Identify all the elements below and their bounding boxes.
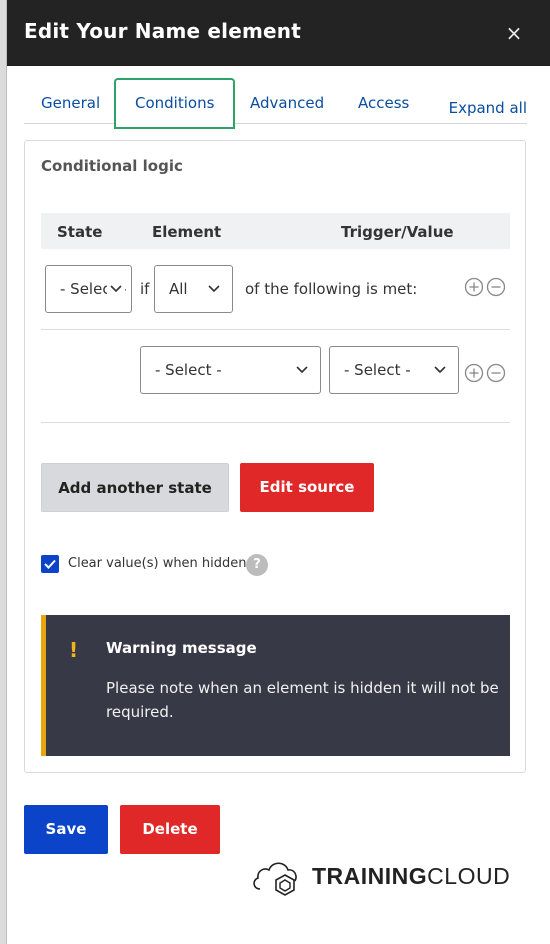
states-table-header: State Element Trigger/Value bbox=[41, 213, 510, 249]
trigger-value-select-value: - Select - bbox=[344, 361, 411, 379]
element-select-value: - Select - bbox=[155, 361, 222, 379]
tab-general[interactable]: General bbox=[41, 78, 100, 124]
warning-title: Warning message bbox=[106, 639, 257, 657]
panel-title: Conditional logic bbox=[41, 157, 183, 175]
background-page-strip bbox=[0, 0, 7, 944]
element-select[interactable]: - Select - bbox=[140, 346, 321, 394]
all-any-select-value: All bbox=[169, 280, 188, 298]
condition-suffix-text: of the following is met: bbox=[245, 280, 418, 298]
remove-circle-icon[interactable] bbox=[486, 277, 506, 297]
warning-message: ! Warning message Please note when an el… bbox=[41, 615, 510, 756]
remove-circle-icon[interactable] bbox=[486, 363, 506, 383]
dialog-title: Edit Your Name element bbox=[24, 19, 301, 43]
dialog-header: Edit Your Name element × bbox=[7, 0, 550, 66]
expand-all-link[interactable]: Expand all bbox=[449, 99, 527, 117]
column-header-element: Element bbox=[152, 223, 222, 241]
add-another-state-button[interactable]: Add another state bbox=[41, 463, 229, 512]
column-header-state: State bbox=[57, 223, 103, 241]
column-header-trigger: Trigger/Value bbox=[341, 223, 454, 241]
delete-button[interactable]: Delete bbox=[120, 805, 220, 854]
trainingcloud-logo: TRAININGCLOUD bbox=[250, 855, 510, 897]
row-divider bbox=[41, 329, 510, 330]
clear-values-label[interactable]: Clear value(s) when hidden bbox=[68, 556, 247, 571]
chevron-down-icon bbox=[434, 366, 446, 374]
tab-conditions[interactable]: Conditions bbox=[114, 78, 236, 129]
close-icon[interactable]: × bbox=[504, 23, 524, 43]
state-select[interactable]: - Select - bbox=[45, 265, 132, 313]
logo-text-bold: TRAINING bbox=[312, 863, 428, 889]
all-any-select[interactable]: All bbox=[154, 265, 233, 313]
warning-body: Please note when an element is hidden it… bbox=[106, 679, 499, 721]
conditional-logic-panel: Conditional logic State Element Trigger/… bbox=[24, 140, 526, 773]
logo-text-regular: CLOUD bbox=[427, 863, 511, 889]
chevron-down-icon bbox=[107, 283, 125, 295]
tab-advanced[interactable]: Advanced bbox=[250, 78, 324, 124]
chevron-down-icon bbox=[296, 366, 308, 374]
edit-source-button[interactable]: Edit source bbox=[240, 463, 374, 512]
trigger-value-select[interactable]: - Select - bbox=[329, 346, 459, 394]
add-circle-icon[interactable] bbox=[464, 277, 484, 297]
tab-bar: General Conditions Advanced Access Expan… bbox=[24, 78, 527, 129]
chevron-down-icon bbox=[208, 285, 220, 293]
warning-icon: ! bbox=[69, 638, 79, 662]
help-icon[interactable]: ? bbox=[246, 554, 268, 576]
check-icon bbox=[44, 559, 56, 569]
save-button[interactable]: Save bbox=[24, 805, 108, 854]
add-circle-icon[interactable] bbox=[464, 363, 484, 383]
trainingcloud-wordmark: TRAININGCLOUD bbox=[312, 863, 510, 890]
if-label: if bbox=[140, 280, 150, 298]
tab-access[interactable]: Access bbox=[358, 78, 409, 124]
clear-values-checkbox[interactable] bbox=[41, 555, 59, 573]
row-divider bbox=[41, 422, 510, 423]
trainingcloud-logo-icon bbox=[253, 862, 297, 896]
